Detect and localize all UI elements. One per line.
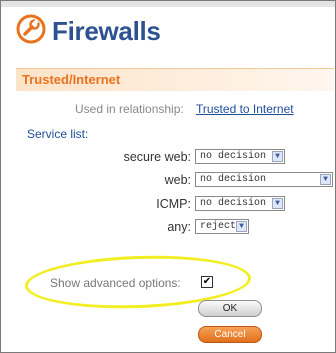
secure-web-select[interactable]: no decision ▼: [195, 149, 285, 164]
section-header: Trusted/Internet: [16, 68, 334, 91]
relationship-label: Used in relationship:: [75, 102, 184, 116]
web-select[interactable]: no decision ▼: [195, 172, 333, 187]
advanced-options-label: Show advanced options:: [50, 276, 181, 290]
chevron-down-icon: ▼: [236, 221, 247, 232]
page-title: Firewalls: [52, 15, 161, 46]
chevron-down-icon: ▼: [272, 198, 283, 209]
any-select-value: reject: [200, 221, 237, 232]
web-select-value: no decision: [200, 174, 267, 185]
service-label-secure-web: secure web:: [123, 150, 191, 164]
advanced-options-checkbox[interactable]: ✔: [201, 276, 213, 288]
section-title: Trusted/Internet: [22, 72, 121, 87]
wrench-circle-icon: [16, 14, 46, 49]
service-label-any: any:: [167, 220, 191, 234]
chevron-down-icon: ▼: [272, 151, 283, 162]
any-select[interactable]: reject ▼: [195, 219, 249, 234]
page-header: Firewalls: [16, 14, 161, 48]
secure-web-select-value: no decision: [200, 151, 267, 162]
service-label-web: web:: [164, 173, 191, 187]
ok-button[interactable]: OK: [198, 300, 262, 317]
cancel-button[interactable]: Cancel: [198, 326, 262, 343]
chevron-down-icon: ▼: [320, 174, 331, 185]
relationship-link[interactable]: Trusted to Internet: [196, 102, 294, 116]
icmp-select-value: no decision: [200, 198, 267, 209]
top-strip: [1, 1, 335, 7]
icmp-select[interactable]: no decision ▼: [195, 196, 285, 211]
service-list-heading: Service list:: [27, 127, 89, 141]
service-label-icmp: ICMP:: [156, 197, 191, 211]
